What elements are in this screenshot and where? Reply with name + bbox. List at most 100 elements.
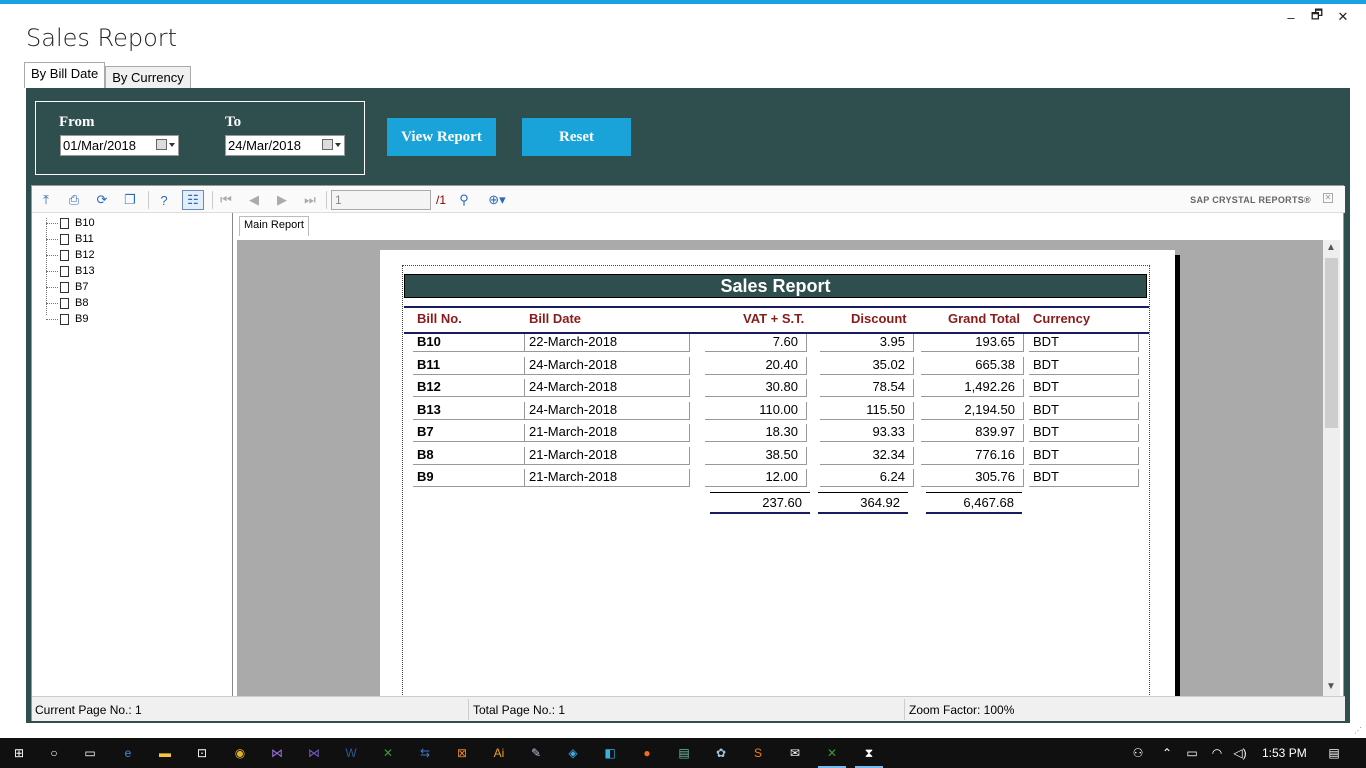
tab-by-currency[interactable]: By Currency <box>105 66 191 88</box>
file-explorer-icon[interactable]: ▬ <box>155 743 175 763</box>
viewer-body: ⤒ ⎙ ⟳ ❐ ? ☷ ⏮ ◀ ▶ ⏭ 1 /1 ⚲ ⊕▾ SAP CRYSTA… <box>31 185 1345 721</box>
window-accent-bar <box>0 0 1366 4</box>
visual-studio-alt-icon[interactable]: ⋈ <box>304 743 324 763</box>
tree-item-b10[interactable]: B10 <box>46 215 95 231</box>
to-date-picker[interactable]: 24/Mar/2018 <box>225 135 345 156</box>
app-active-icon[interactable]: ✕ <box>822 743 842 763</box>
from-date-value: 01/Mar/2018 <box>63 138 136 153</box>
close-button[interactable]: ✕ <box>1330 8 1356 26</box>
sublime-text-icon[interactable]: S <box>748 743 768 763</box>
cell-bill: B13 <box>413 401 525 420</box>
teamviewer-icon[interactable]: ⇆ <box>415 743 435 763</box>
tree-item-b9[interactable]: B9 <box>46 311 88 327</box>
total-vat: 237.60 <box>710 494 810 514</box>
document-icon <box>60 265 69 277</box>
from-date-picker[interactable]: 01/Mar/2018 <box>60 135 179 156</box>
total-rule <box>818 492 908 493</box>
firefox-icon[interactable]: ● <box>637 743 657 763</box>
task-view-icon[interactable]: ▭ <box>80 743 100 763</box>
cell-bill: B8 <box>413 446 525 465</box>
tree-item-b11[interactable]: B11 <box>46 231 94 247</box>
calendar-dropdown-icon[interactable] <box>322 139 341 150</box>
hourglass-icon[interactable]: ⧗ <box>859 743 879 763</box>
scroll-down-icon[interactable]: ▼ <box>1326 681 1336 692</box>
cell-total: 305.76 <box>921 469 1024 487</box>
cell-bill: B9 <box>413 469 525 487</box>
word-icon[interactable]: W <box>341 743 361 763</box>
restore-button[interactable]: 🗗 <box>1304 7 1330 26</box>
cell-bill: B7 <box>413 424 525 442</box>
cell-currency: BDT <box>1029 446 1139 465</box>
help-icon[interactable]: ? <box>154 190 174 210</box>
cell-currency: BDT <box>1029 401 1139 420</box>
mail-icon[interactable]: ✉ <box>785 743 805 763</box>
refresh-icon[interactable]: ⟳ <box>92 190 112 210</box>
tab-by-bill-date[interactable]: By Bill Date <box>24 62 106 88</box>
visual-studio-icon[interactable]: ⋈ <box>267 743 287 763</box>
tree-item-b13[interactable]: B13 <box>46 263 95 279</box>
col-grand-total: Grand Total <box>948 311 1020 326</box>
tree-item-b8[interactable]: B8 <box>46 295 88 311</box>
app-icon-2[interactable]: ◈ <box>563 743 583 763</box>
resize-grip-icon[interactable]: ⋰ <box>1354 726 1362 735</box>
cell-date: 21-March-2018 <box>525 446 690 465</box>
app-icon-3[interactable]: ◧ <box>600 743 620 763</box>
view-report-button[interactable]: View Report <box>387 118 496 156</box>
export-icon[interactable]: ⤒ <box>36 190 56 210</box>
wifi-icon[interactable]: ◠ <box>1207 743 1227 763</box>
volume-icon[interactable]: ◁) <box>1230 743 1250 763</box>
paint-icon[interactable]: ✎ <box>526 743 546 763</box>
last-page-icon[interactable]: ⏭ <box>300 190 320 210</box>
illustrator-icon[interactable]: Ai <box>489 743 509 763</box>
edge-icon[interactable]: e <box>118 743 138 763</box>
cell-bill: B10 <box>413 334 525 352</box>
app-icon[interactable]: ✕ <box>378 743 398 763</box>
next-page-icon[interactable]: ▶ <box>272 190 292 210</box>
minimize-button[interactable]: – <box>1278 8 1304 26</box>
document-icon <box>60 249 69 261</box>
scroll-up-icon[interactable]: ▲ <box>1326 242 1336 253</box>
report-title: Sales Report <box>404 274 1147 298</box>
sublime-icon[interactable]: ⊠ <box>452 743 472 763</box>
cell-date: 24-March-2018 <box>525 356 690 375</box>
notepad-icon[interactable]: ▤ <box>674 743 694 763</box>
first-page-icon[interactable]: ⏮ <box>216 190 236 210</box>
total-discount: 364.92 <box>818 494 908 514</box>
tree-item-label: B7 <box>75 281 89 293</box>
group-tree-icon[interactable]: ☷ <box>182 190 204 210</box>
col-bill-no: Bill No. <box>417 311 462 326</box>
tree-item-label: B9 <box>75 313 89 325</box>
find-icon[interactable]: ⚲ <box>454 190 474 210</box>
zoom-icon[interactable]: ⊕▾ <box>482 190 512 210</box>
col-currency: Currency <box>1033 311 1091 326</box>
page-number-input[interactable]: 1 <box>331 190 431 210</box>
paint3d-icon[interactable]: ✿ <box>711 743 731 763</box>
search-icon[interactable]: ○ <box>44 743 64 763</box>
battery-icon[interactable]: ▭ <box>1182 743 1202 763</box>
date-range-box: From 01/Mar/2018 To 24/Mar/2018 <box>35 101 365 175</box>
prev-page-icon[interactable]: ◀ <box>244 190 264 210</box>
vertical-scrollbar[interactable]: ▲ ▼ <box>1323 240 1340 696</box>
close-icon[interactable]: ✕ <box>1323 193 1333 203</box>
toolbar-separator <box>148 191 149 209</box>
print-icon[interactable]: ⎙ <box>64 190 84 210</box>
cell-vat: 110.00 <box>705 401 807 420</box>
tab-main-report[interactable]: Main Report <box>239 216 309 236</box>
tree-item-b12[interactable]: B12 <box>46 247 95 263</box>
calendar-dropdown-icon[interactable] <box>156 139 175 150</box>
from-label: From <box>59 114 95 130</box>
copy-icon[interactable]: ❐ <box>120 190 140 210</box>
cell-total: 193.65 <box>921 334 1024 352</box>
notification-icon[interactable]: ▤ <box>1324 743 1344 763</box>
chevron-up-icon[interactable]: ⌃ <box>1157 743 1177 763</box>
tree-item-b7[interactable]: B7 <box>46 279 88 295</box>
people-icon[interactable]: ⚇ <box>1128 743 1148 763</box>
cell-vat: 18.30 <box>705 424 807 442</box>
cell-currency: BDT <box>1029 334 1139 352</box>
reset-button[interactable]: Reset <box>522 118 631 156</box>
clock[interactable]: 1:53 PM <box>1262 746 1307 760</box>
chrome-icon[interactable]: ◉ <box>230 743 250 763</box>
start-icon[interactable]: ⊞ <box>9 743 29 763</box>
scroll-thumb[interactable] <box>1325 258 1338 428</box>
store-icon[interactable]: ⊡ <box>192 743 212 763</box>
